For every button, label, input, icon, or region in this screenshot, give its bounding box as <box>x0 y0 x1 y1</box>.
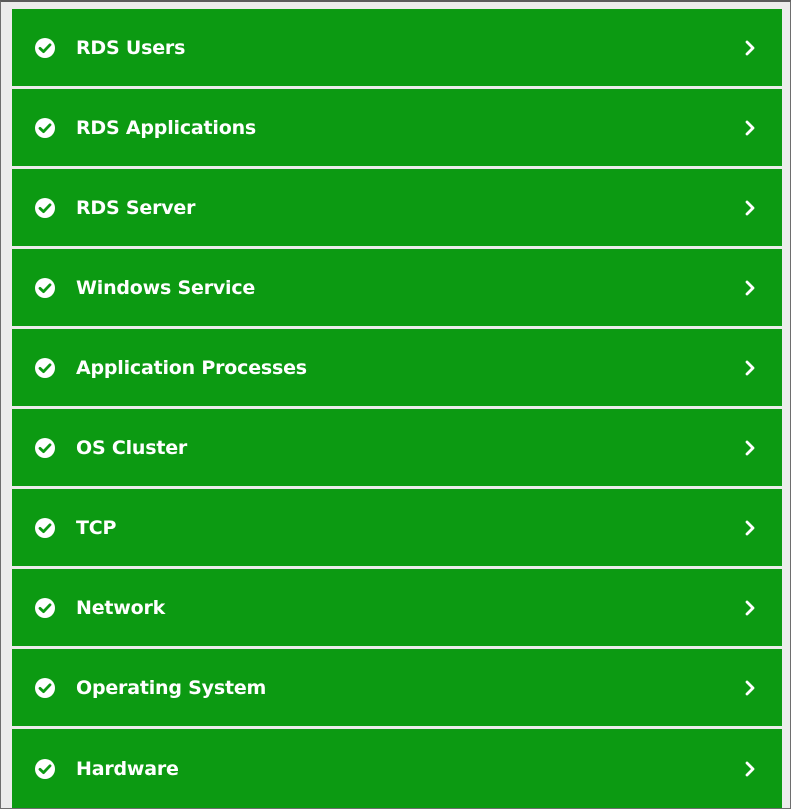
layer-row-application-processes[interactable]: Application Processes <box>12 329 782 406</box>
check-circle-icon <box>34 597 56 619</box>
check-circle-icon <box>34 357 56 379</box>
layer-label: Application Processes <box>76 356 307 379</box>
layer-row-rds-applications[interactable]: RDS Applications <box>12 89 782 166</box>
chevron-right-icon[interactable] <box>744 680 756 696</box>
check-circle-icon <box>34 117 56 139</box>
chevron-right-icon[interactable] <box>744 360 756 376</box>
layer-row-hardware[interactable]: Hardware <box>12 729 782 808</box>
layer-label: Operating System <box>76 676 267 699</box>
layer-row-operating-system[interactable]: Operating System <box>12 649 782 726</box>
chevron-right-icon[interactable] <box>744 600 756 616</box>
check-circle-icon <box>34 758 56 780</box>
layer-label: RDS Server <box>76 196 196 219</box>
layer-label: RDS Applications <box>76 116 256 139</box>
layer-label: TCP <box>76 516 117 539</box>
chevron-right-icon[interactable] <box>744 200 756 216</box>
layer-label: Hardware <box>76 758 179 780</box>
check-circle-icon <box>34 677 56 699</box>
layer-panel: RDS Users RDS Applications RDS Server Wi… <box>0 0 791 809</box>
layer-label: Network <box>76 596 166 619</box>
check-circle-icon <box>34 37 56 59</box>
check-circle-icon <box>34 277 56 299</box>
chevron-right-icon[interactable] <box>744 120 756 136</box>
layer-row-rds-users[interactable]: RDS Users <box>12 9 782 86</box>
check-circle-icon <box>34 517 56 539</box>
chevron-right-icon[interactable] <box>744 520 756 536</box>
chevron-right-icon[interactable] <box>744 40 756 56</box>
check-circle-icon <box>34 437 56 459</box>
layer-row-os-cluster[interactable]: OS Cluster <box>12 409 782 486</box>
layer-row-rds-server[interactable]: RDS Server <box>12 169 782 246</box>
layer-row-tcp[interactable]: TCP <box>12 489 782 566</box>
layer-label: OS Cluster <box>76 436 188 459</box>
chevron-right-icon[interactable] <box>744 761 756 777</box>
chevron-right-icon[interactable] <box>744 280 756 296</box>
layer-label: Windows Service <box>76 276 256 299</box>
layer-row-network[interactable]: Network <box>12 569 782 646</box>
layer-label: RDS Users <box>76 36 186 59</box>
layer-row-windows-service[interactable]: Windows Service <box>12 249 782 326</box>
layer-list: RDS Users RDS Applications RDS Server Wi… <box>12 9 782 808</box>
check-circle-icon <box>34 197 56 219</box>
chevron-right-icon[interactable] <box>744 440 756 456</box>
